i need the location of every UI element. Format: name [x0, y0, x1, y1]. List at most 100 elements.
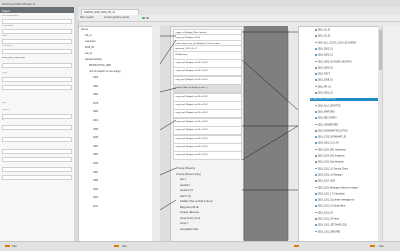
- target-tree-item[interactable]: 2018_0302_01: [315, 47, 333, 50]
- bottom-left-label[interactable]: Filter: [12, 246, 17, 248]
- bottom-mid-label[interactable]: Filter: [122, 246, 127, 248]
- source-tree-item[interactable]: 1942: [93, 189, 98, 191]
- group-tree-item[interactable]: add 5.7 [1]: [180, 196, 191, 198]
- target-tree-item[interactable]: 2018_MARGINS: [315, 110, 335, 114]
- run-icon[interactable]: [142, 16, 145, 19]
- target-tree-item[interactable]: 2018_TEST: [315, 73, 330, 76]
- tab-filter-results[interactable]: Filter results: [80, 16, 94, 21]
- source-tree-item[interactable]: 1959: [93, 180, 98, 182]
- left-field[interactable]: [2, 39, 72, 45]
- target-tree-label: 2018_MARGINS: [317, 111, 335, 114]
- source-tree-item[interactable]: 1975: [93, 103, 98, 105]
- table-icon: [315, 129, 317, 132]
- target-tree-item[interactable]: 2018_1201_BF1 Salesforce: [315, 148, 346, 151]
- target-tree-item[interactable]: 2018_1104_001 Snapshot: [315, 155, 344, 158]
- target-tree-item[interactable]: 2018_1201_DBOARD: [315, 230, 340, 233]
- target-tree-item[interactable]: 2018_1201 1.7 Calculation: [315, 192, 345, 195]
- source-tree-item[interactable]: 1960: [93, 111, 98, 113]
- target-tree-item[interactable]: 2018_1201_SET MAIN_EQ1: [315, 224, 347, 227]
- group-tree-item[interactable]: Group 7: [180, 223, 188, 225]
- target-tree-item[interactable]: 2018_1201_01 SingleValue: [315, 205, 346, 208]
- target-tree-item[interactable]: 2018_0501_01: [315, 92, 333, 95]
- group-tree-label: Group 7: [180, 223, 189, 225]
- source-tree-label: 1942: [93, 188, 99, 191]
- group-tree-item[interactable]: test parallel mode: [180, 229, 198, 231]
- source-tree-item[interactable]: 1990: [93, 86, 98, 88]
- target-tree-item[interactable]: 2018_RECOVERY: [315, 117, 337, 120]
- target-tree-item[interactable]: 2018_1201_01 Jhoriza_Trans: [315, 167, 348, 170]
- left-field[interactable]: [2, 167, 72, 173]
- target-tree-item[interactable]: 2018_RP_01: [315, 85, 331, 88]
- table-icon: [315, 161, 317, 164]
- source-tree-item[interactable]: 1995: [93, 129, 98, 131]
- source-tree-item[interactable]: test_ss: [85, 53, 92, 55]
- left-field[interactable]: [2, 29, 72, 35]
- group-tree-item[interactable]: P Group (Sheet G-copy): [176, 174, 201, 176]
- target-tree-item[interactable]: 2018_GENERATED: [315, 123, 338, 126]
- target-tree-item[interactable]: 2018_1201_02: [315, 211, 333, 214]
- left-field[interactable]: [2, 157, 72, 163]
- target-tree-item[interactable]: 2018_03_01: [315, 29, 330, 32]
- source-tree-item[interactable]: 2018_R1: [85, 47, 94, 49]
- left-field[interactable]: [2, 175, 72, 181]
- source-tree-item[interactable]: 1957: [93, 146, 98, 148]
- target-tree-item[interactable]: 2018_1201 Gain Analysis: [315, 161, 344, 164]
- left-row: Document: [2, 45, 13, 47]
- mapping-card-label: copy_top1 (Budget) via FS to 2007: [175, 62, 208, 64]
- mapping-card[interactable]: copy_top1 (Budget) via FS to 2007: [173, 151, 242, 161]
- target-tree-item[interactable]: 2018_0308_01: [315, 79, 333, 82]
- target-tree-item[interactable]: 2018_1207_0001: [315, 180, 335, 183]
- group-tree-item[interactable]: P Group (Sheet G): [176, 168, 195, 170]
- group-tree-item[interactable]: randoms 5,4: [180, 190, 193, 192]
- target-tree-item[interactable]: 2018_0303_01: [315, 54, 333, 57]
- source-tree-item[interactable]: 1902: [93, 77, 98, 79]
- target-tree-item[interactable]: 2018_ALU_CRAFTED: [315, 104, 341, 107]
- left-field[interactable]: [2, 85, 72, 91]
- left-field[interactable]: [2, 19, 72, 25]
- target-tree-item[interactable]: 2018_0304_01: [315, 66, 333, 69]
- group-tree-item[interactable]: Diag-reset p15 sdi: [180, 207, 199, 209]
- target-tree-item[interactable]: 2018_ALL_COCA_COLA_ECONOMY: [315, 41, 357, 44]
- target-tree-item[interactable]: 2018_1801_0.0.1.5V: [315, 142, 339, 145]
- target-tree-item[interactable]: 2018_1201_01 private message via: [315, 199, 354, 202]
- left-field[interactable]: [2, 125, 72, 131]
- left-field[interactable]: [2, 49, 72, 55]
- source-tree-item[interactable]: Sample Settings: [85, 59, 102, 61]
- source-tree-item[interactable]: 1917: [93, 206, 98, 208]
- target-tree-item[interactable]: 2018_SUMMARYSOLUTION: [315, 129, 347, 132]
- target-tree-item[interactable]: 2018_0303_OUTLIER_MONTHS: [315, 60, 352, 63]
- target-tree-item[interactable]: 2018_1201 Message reference creation: [315, 186, 359, 190]
- source-tree-item[interactable]: File_C: [85, 35, 92, 37]
- group-tree-item[interactable]: Group Sentry (v1.2): [180, 218, 200, 220]
- stop-icon[interactable]: [146, 16, 149, 19]
- source-tree-item[interactable]: 1932: [93, 163, 98, 165]
- target-tree-label: 2018_1201 Message reference creation: [317, 187, 359, 190]
- source-tree-item[interactable]: 1950: [93, 94, 98, 96]
- target-tree-item[interactable]: 2018_1201_02 Value: [315, 218, 339, 221]
- left-field[interactable]: [2, 149, 72, 155]
- target-tree-item[interactable]: 2018_03_02: [315, 35, 330, 38]
- source-tree-item[interactable]: 1961: [93, 154, 98, 156]
- group-tree-item[interactable]: Initialize (Tree-on field) in ide-hy: [180, 201, 213, 203]
- target-tree-item[interactable]: 2018_1201_01 Manager: [315, 173, 343, 176]
- source-tree-item[interactable]: Unit On (sketch on rare image): [89, 71, 120, 73]
- source-tree-label: 1932: [93, 163, 99, 165]
- source-tree-item[interactable]: 1904: [93, 172, 98, 174]
- group-tree-item[interactable]: part 1: [180, 179, 186, 181]
- target-tree-item[interactable]: 2018_1703_DATAMART_01: [315, 136, 346, 139]
- group-tree-item[interactable]: canonilo f: [180, 185, 190, 187]
- tab-pipeline-results[interactable]: Invoice pipeline results: [104, 16, 129, 21]
- left-field[interactable]: [2, 77, 72, 83]
- group-tree-item[interactable]: Grouper data level: [180, 212, 199, 214]
- status-marker: [114, 245, 119, 247]
- source-tree-item[interactable]: customers: [85, 41, 96, 43]
- left-field[interactable]: [2, 63, 72, 69]
- target-tree-item[interactable]: 2018_ALU_CRAFTED: [310, 98, 378, 101]
- bottom-right-label[interactable]: Filter: [379, 246, 384, 248]
- left-field[interactable]: [2, 137, 72, 143]
- source-tree-item[interactable]: Source: [81, 29, 88, 31]
- source-tree-item[interactable]: 1921: [93, 197, 98, 199]
- source-tree-item[interactable]: 1901: [93, 120, 98, 122]
- source-tree-item[interactable]: 1936: [93, 137, 98, 139]
- source-tree-item[interactable]: PRODUCTION_1996: [89, 65, 111, 67]
